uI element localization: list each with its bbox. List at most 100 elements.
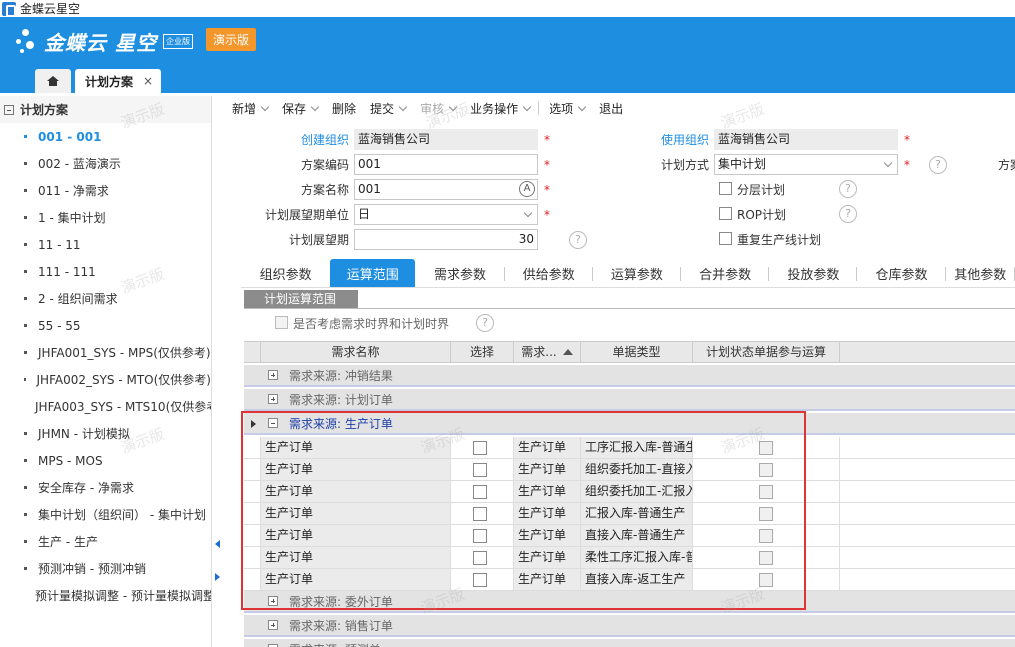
chevron-down-icon [448, 102, 458, 111]
sidebar-item[interactable]: 预测冲销 - 预测冲销 [0, 555, 211, 582]
toolbar-button[interactable]: 保存 [282, 100, 320, 117]
sidebar-item[interactable]: 安全库存 - 净需求 [0, 474, 211, 501]
toolbar-button[interactable]: 选项 [549, 100, 587, 117]
header-select[interactable]: 选择 [451, 342, 514, 363]
sidebar-root-label: 计划方案 [20, 103, 69, 117]
layered-checkbox[interactable] [719, 182, 732, 195]
code-input[interactable]: 001 [354, 154, 538, 175]
tab-label: 需求参数 [434, 267, 487, 283]
expand-icon[interactable] [268, 620, 278, 630]
tab[interactable]: 合并参数 [681, 259, 770, 287]
group-row[interactable]: 需求来源: 预测单 [244, 639, 1015, 647]
sidebar-root[interactable]: 计划方案 [0, 96, 211, 123]
sidebar-item[interactable]: 111 - 111 [0, 258, 211, 285]
tab-label: 合并参数 [699, 267, 752, 283]
rop-label: ROP计划 [737, 208, 787, 222]
group-label: 需求来源: 冲销结果 [289, 369, 393, 383]
repeat-line-label: 重复生产线计划 [737, 233, 822, 247]
plan-mode-select[interactable]: 集中计划 [714, 154, 898, 175]
expand-right-icon[interactable] [215, 573, 220, 581]
chevron-down-icon [310, 102, 320, 111]
sidebar-item[interactable]: JHFA003_SYS - MTS10(仅供参考 [0, 393, 211, 420]
group-row[interactable]: 需求来源: 销售订单 [244, 615, 1015, 637]
sidebar-item-label: JHMN - 计划模拟 [38, 427, 130, 441]
sidebar-item[interactable]: 002 - 蓝海演示 [0, 150, 211, 177]
sidebar: 计划方案 001 - 001 002 - 蓝海演示 011 - 净需求 1 - 集中计… [0, 96, 212, 647]
expand-icon[interactable] [268, 370, 278, 380]
sidebar-item[interactable]: JHFA002_SYS - MTO(仅供参考) [0, 366, 211, 393]
sidebar-item[interactable]: 011 - 净需求 [0, 177, 211, 204]
plan-mode-value: 集中计划 [718, 157, 767, 171]
toolbar-button-label: 保存 [282, 101, 307, 116]
tab[interactable]: 组织参数 [241, 259, 330, 287]
consider-fence-checkbox[interactable] [275, 316, 288, 329]
toolbar-button[interactable]: 业务操作 [470, 100, 532, 117]
use-org-label[interactable]: 使用组织 [632, 129, 709, 151]
toolbar-button[interactable]: 退出 [599, 100, 623, 117]
header-doc-type[interactable]: 单据类型 [581, 342, 693, 363]
sidebar-item[interactable]: JHMN - 计划模拟 [0, 420, 211, 447]
toolbar-button[interactable]: 审核 [420, 100, 458, 117]
toolbar-button[interactable]: 新增 [232, 100, 270, 117]
sidebar-splitter[interactable] [212, 96, 222, 647]
sidebar-item-label: 011 - 净需求 [38, 184, 109, 198]
header-demand-source[interactable]: 需求... [514, 342, 581, 363]
tab[interactable]: 投放参数 [769, 259, 858, 287]
group-row[interactable]: 需求来源: 冲销结果 [244, 365, 1015, 387]
collapse-left-icon[interactable] [215, 540, 220, 548]
sidebar-item[interactable]: 生产 - 生产 [0, 528, 211, 555]
sidebar-item[interactable]: MPS - MOS [0, 447, 211, 474]
brand-name: 金蝶云 星空 [44, 31, 157, 55]
horizon-input[interactable]: 30 [354, 229, 538, 250]
collapse-icon[interactable] [4, 104, 14, 115]
tab[interactable]: 其他参数 [946, 259, 1015, 287]
required-mark: * [904, 133, 910, 147]
subtab-plan-scope[interactable]: 计划运算范围 [244, 290, 358, 308]
sidebar-item[interactable]: 预计量模拟调整 - 预计量模拟调整 [0, 582, 211, 609]
help-icon[interactable]: ? [839, 180, 857, 198]
chevron-down-icon [260, 102, 270, 111]
repeat-line-checkbox[interactable] [719, 232, 732, 245]
name-input[interactable]: 001 A [354, 179, 538, 200]
sidebar-item[interactable]: JHFA001_SYS - MPS(仅供参考) [0, 339, 211, 366]
sidebar-item-label: 预计量模拟调整 - 预计量模拟调整 [35, 589, 212, 603]
home-icon [47, 76, 59, 86]
tab[interactable]: 运算参数 [593, 259, 682, 287]
tab[interactable]: 供给参数 [505, 259, 593, 287]
group-label: 需求来源: 销售订单 [289, 619, 393, 633]
create-org-label[interactable]: 创建组织 [272, 129, 349, 151]
header-spacer [244, 342, 261, 363]
group-row[interactable]: 需求来源: 计划订单 [244, 389, 1015, 411]
help-icon[interactable]: ? [839, 205, 857, 223]
tab[interactable]: 仓库参数 [857, 259, 946, 287]
tab-label: 投放参数 [787, 267, 840, 283]
sidebar-item[interactable]: 55 - 55 [0, 312, 211, 339]
layered-label: 分层计划 [737, 183, 786, 197]
multilang-icon[interactable]: A [519, 181, 535, 197]
tab[interactable]: 运算范围 [330, 259, 416, 287]
expand-icon[interactable] [268, 394, 278, 404]
toolbar-button[interactable]: 提交 [370, 100, 408, 117]
sidebar-item-label: JHFA003_SYS - MTS10(仅供参考 [35, 400, 212, 414]
rop-checkbox[interactable] [719, 207, 732, 220]
header-demand-name[interactable]: 需求名称 [261, 342, 451, 363]
close-tab-icon[interactable]: × [143, 74, 153, 88]
sidebar-item[interactable]: 001 - 001 [0, 123, 211, 150]
tab[interactable]: 需求参数 [415, 259, 505, 287]
sidebar-item[interactable]: 11 - 11 [0, 231, 211, 258]
grid-header: 需求名称 选择 需求... 单据类型 计划状态单据参与运算 [244, 341, 1015, 363]
sidebar-item[interactable]: 集中计划（组织间） - 集中计划 [0, 501, 211, 528]
tab-label: 供给参数 [522, 267, 575, 283]
unit-select[interactable]: 日 [354, 204, 538, 225]
bullet-icon [24, 324, 27, 327]
header-plan-status[interactable]: 计划状态单据参与运算 [693, 342, 840, 363]
toolbar-button[interactable]: 删除 [332, 100, 356, 117]
app-icon [2, 1, 16, 17]
help-icon[interactable]: ? [569, 231, 587, 249]
help-icon[interactable]: ? [476, 314, 494, 332]
document-tab[interactable]: 计划方案 × [75, 69, 161, 93]
home-tab[interactable] [35, 69, 71, 93]
help-icon[interactable]: ? [929, 156, 947, 174]
sidebar-item[interactable]: 2 - 组织间需求 [0, 285, 211, 312]
sidebar-item[interactable]: 1 - 集中计划 [0, 204, 211, 231]
